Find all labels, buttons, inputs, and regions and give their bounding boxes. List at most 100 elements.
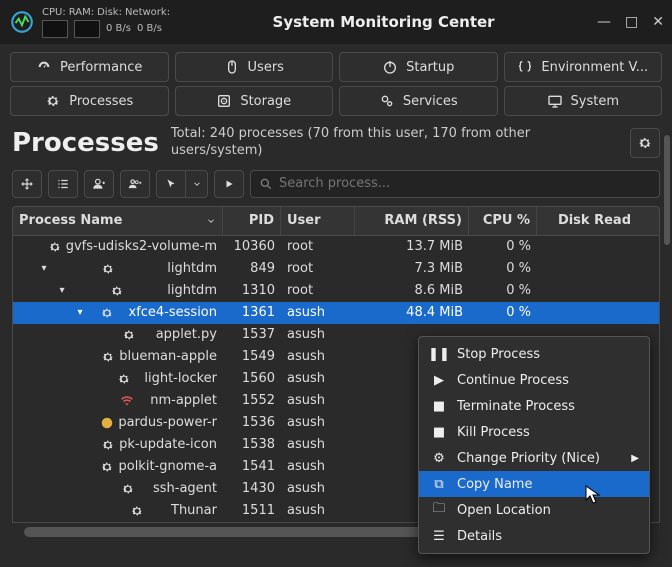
col-pid[interactable]: PID xyxy=(223,207,281,235)
table-row[interactable]: gvfs-udisks2-volume-m10360root13.7 MiB0 … xyxy=(13,236,659,258)
process-user: asush xyxy=(281,349,355,364)
col-user[interactable]: User xyxy=(281,207,355,235)
minimize-button[interactable]: — xyxy=(597,14,611,30)
tab-processes[interactable]: Processes xyxy=(10,86,169,116)
menu-open-location[interactable]: 🗀Open Location xyxy=(419,497,649,523)
braces-icon xyxy=(517,59,533,75)
chevron-down-icon xyxy=(192,179,202,189)
menu-kill-process[interactable]: ■Kill Process xyxy=(419,419,649,445)
cpu-label: CPU: xyxy=(42,7,66,18)
process-ram: 48.4 MiB xyxy=(355,305,469,320)
menu-terminate-process[interactable]: ■Terminate Process xyxy=(419,393,649,419)
tab-storage[interactable]: Storage xyxy=(175,86,334,116)
tab-environment-label: Environment V... xyxy=(541,60,648,75)
menu-continue-process[interactable]: ▶Continue Process xyxy=(419,367,649,393)
context-menu: ❚❚Stop Process ▶Continue Process ■Termin… xyxy=(418,336,650,554)
tab-performance-label: Performance xyxy=(60,60,142,75)
speedometer-icon xyxy=(36,59,52,75)
process-pid: 1538 xyxy=(223,437,281,452)
disk-label: Disk: xyxy=(97,7,122,18)
process-cpu: 0 % xyxy=(469,239,537,254)
users-plus-icon xyxy=(128,177,142,191)
process-name: lightdm xyxy=(167,283,217,298)
process-user: asush xyxy=(281,503,355,518)
ram-label: RAM: xyxy=(69,7,94,18)
process-cpu: 0 % xyxy=(469,283,537,298)
col-ram[interactable]: RAM (RSS) xyxy=(355,207,469,235)
menu-change-priority[interactable]: ⚙Change Priority (Nice)▶ xyxy=(419,445,649,471)
gears-icon xyxy=(379,93,395,109)
header-sys-stats: CPU: RAM: Disk: Network: 0 B/s 0 B/s xyxy=(42,7,170,38)
process-user: root xyxy=(281,239,355,254)
process-user: root xyxy=(281,261,355,276)
process-ram: 13.7 MiB xyxy=(355,239,469,254)
process-name: nm-applet xyxy=(150,393,217,408)
pointer-dropdown[interactable] xyxy=(186,170,208,198)
col-name[interactable]: Process Name xyxy=(13,207,223,235)
tab-performance[interactable]: Performance xyxy=(10,52,169,82)
power-icon xyxy=(382,59,398,75)
process-user: root xyxy=(281,283,355,298)
process-user: asush xyxy=(281,305,355,320)
tab-services[interactable]: Services xyxy=(339,86,498,116)
table-row[interactable]: ▾lightdm849root7.3 MiB0 % xyxy=(13,258,659,280)
sort-down-icon xyxy=(206,216,216,226)
tab-users[interactable]: Users xyxy=(175,52,334,82)
close-button[interactable]: ✕ xyxy=(652,14,664,30)
play-button[interactable] xyxy=(214,170,244,198)
col-disk[interactable]: Disk Read xyxy=(537,207,637,235)
settings-button[interactable] xyxy=(630,128,660,158)
process-user: asush xyxy=(281,415,355,430)
process-cpu: 0 % xyxy=(469,305,537,320)
pointer-button[interactable] xyxy=(156,170,186,198)
col-cpu[interactable]: CPU % xyxy=(469,207,537,235)
cpu-mini-graph xyxy=(42,20,68,38)
process-name: ssh-agent xyxy=(153,481,217,496)
process-user: asush xyxy=(281,327,355,342)
process-user: asush xyxy=(281,437,355,452)
process-summary: Total: 240 processes (70 from this user,… xyxy=(171,126,618,160)
process-pid: 10360 xyxy=(223,239,281,254)
process-name: Thunar xyxy=(171,503,217,518)
search-icon xyxy=(259,177,273,191)
search-input[interactable] xyxy=(279,176,651,191)
title-bar: CPU: RAM: Disk: Network: 0 B/s 0 B/s Sys… xyxy=(0,0,672,44)
users-filter-button[interactable] xyxy=(120,170,150,198)
user-plus-icon xyxy=(92,177,106,191)
expand-button[interactable] xyxy=(12,170,42,198)
table-row[interactable]: ▾xfce4-session1361asush48.4 MiB0 % xyxy=(13,302,659,324)
vertical-scrollbar[interactable] xyxy=(664,85,670,365)
tab-storage-label: Storage xyxy=(240,94,291,109)
app-icon xyxy=(8,8,36,36)
process-pid: 1541 xyxy=(223,459,281,474)
search-box[interactable] xyxy=(250,170,660,198)
window-title: System Monitoring Center xyxy=(176,13,591,31)
process-name: pk-update-icon xyxy=(119,437,217,452)
mouse-icon xyxy=(224,59,240,75)
stop-icon: ■ xyxy=(431,399,447,414)
process-pid: 849 xyxy=(223,261,281,276)
process-pid: 1560 xyxy=(223,371,281,386)
tab-startup[interactable]: Startup xyxy=(339,52,498,82)
list-view-button[interactable] xyxy=(48,170,78,198)
table-row[interactable]: ▾lightdm1310root8.6 MiB0 % xyxy=(13,280,659,302)
submenu-arrow-icon: ▶ xyxy=(631,453,639,464)
menu-stop-process[interactable]: ❚❚Stop Process xyxy=(419,341,649,367)
tab-system[interactable]: System xyxy=(504,86,663,116)
process-user: asush xyxy=(281,371,355,386)
user-filter-button[interactable] xyxy=(84,170,114,198)
menu-copy-name[interactable]: ⧉Copy Name xyxy=(419,471,649,497)
tab-row-2: Processes Storage Services System xyxy=(0,86,672,120)
process-pid: 1549 xyxy=(223,349,281,364)
maximize-button[interactable]: □ xyxy=(625,14,638,30)
page-title: Processes xyxy=(12,128,159,158)
folder-icon: 🗀 xyxy=(431,499,447,521)
process-ram: 8.6 MiB xyxy=(355,283,469,298)
disk-icon xyxy=(216,93,232,109)
process-pid: 1552 xyxy=(223,393,281,408)
menu-details[interactable]: ☰Details xyxy=(419,523,649,549)
process-pid: 1537 xyxy=(223,327,281,342)
tab-environment[interactable]: Environment V... xyxy=(504,52,663,82)
tab-system-label: System xyxy=(571,94,619,109)
disk-rate: 0 B/s xyxy=(106,23,131,34)
